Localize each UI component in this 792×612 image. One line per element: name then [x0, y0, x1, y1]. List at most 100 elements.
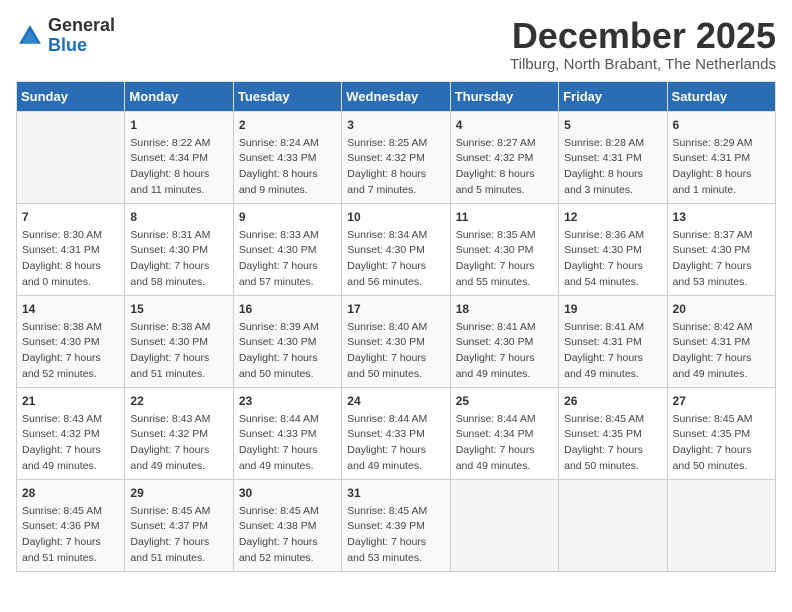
calendar-cell: 15 Sunrise: 8:38 AMSunset: 4:30 PMDayligh… — [125, 295, 233, 387]
calendar-cell: 8 Sunrise: 8:31 AMSunset: 4:30 PMDaylight… — [125, 203, 233, 295]
calendar-cell: 2 Sunrise: 8:24 AMSunset: 4:33 PMDaylight… — [233, 111, 341, 203]
day-number: 30 — [239, 484, 336, 502]
calendar-cell: 13 Sunrise: 8:37 AMSunset: 4:30 PMDayligh… — [667, 203, 775, 295]
day-info: Sunrise: 8:36 AMSunset: 4:30 PMDaylight:… — [564, 228, 661, 291]
calendar-cell — [667, 479, 775, 571]
day-number: 6 — [673, 116, 770, 134]
day-info: Sunrise: 8:41 AMSunset: 4:31 PMDaylight:… — [564, 320, 661, 383]
weekday-header-sunday: Sunday — [17, 81, 125, 111]
calendar-cell — [450, 479, 558, 571]
calendar-cell: 16 Sunrise: 8:39 AMSunset: 4:30 PMDayligh… — [233, 295, 341, 387]
day-number: 21 — [22, 392, 119, 410]
calendar-cell: 4Sunrise: 8:27 AMSunset: 4:32 PMDaylight… — [450, 111, 558, 203]
calendar-cell: 31 Sunrise: 8:45 AMSunset: 4:39 PMDayligh… — [342, 479, 450, 571]
day-info: Sunrise: 8:24 AMSunset: 4:33 PMDaylight:… — [239, 136, 336, 199]
location: Tilburg, North Brabant, The Netherlands — [510, 56, 776, 73]
day-info: Sunrise: 8:33 AMSunset: 4:30 PMDaylight:… — [239, 228, 336, 291]
calendar-cell: 10Sunrise: 8:34 AMSunset: 4:30 PMDayligh… — [342, 203, 450, 295]
calendar-cell: 23 Sunrise: 8:44 AMSunset: 4:33 PMDayligh… — [233, 387, 341, 479]
day-info: Sunrise: 8:28 AMSunset: 4:31 PMDaylight:… — [564, 136, 661, 199]
day-info: Sunrise: 8:27 AMSunset: 4:32 PMDaylight:… — [456, 136, 553, 199]
calendar-week-2: 7Sunrise: 8:30 AMSunset: 4:31 PMDaylight… — [17, 203, 776, 295]
calendar-cell: 29 Sunrise: 8:45 AMSunset: 4:37 PMDayligh… — [125, 479, 233, 571]
calendar-cell: 20 Sunrise: 8:42 AMSunset: 4:31 PMDayligh… — [667, 295, 775, 387]
calendar-cell: 26Sunrise: 8:45 AMSunset: 4:35 PMDayligh… — [559, 387, 667, 479]
calendar-cell: 5 Sunrise: 8:28 AMSunset: 4:31 PMDaylight… — [559, 111, 667, 203]
day-info: Sunrise: 8:34 AMSunset: 4:30 PMDaylight:… — [347, 228, 444, 291]
calendar-cell: 25Sunrise: 8:44 AMSunset: 4:34 PMDayligh… — [450, 387, 558, 479]
day-info: Sunrise: 8:43 AMSunset: 4:32 PMDaylight:… — [130, 412, 227, 475]
day-number: 27 — [673, 392, 770, 410]
day-info: Sunrise: 8:45 AMSunset: 4:38 PMDaylight:… — [239, 504, 336, 567]
day-number: 24 — [347, 392, 444, 410]
day-number: 20 — [673, 300, 770, 318]
title-block: December 2025 Tilburg, North Brabant, Th… — [510, 16, 776, 73]
day-info: Sunrise: 8:44 AMSunset: 4:33 PMDaylight:… — [239, 412, 336, 475]
calendar-week-4: 21 Sunrise: 8:43 AMSunset: 4:32 PMDayligh… — [17, 387, 776, 479]
logo: General Blue — [16, 16, 115, 56]
day-info: Sunrise: 8:38 AMSunset: 4:30 PMDaylight:… — [130, 320, 227, 383]
calendar-table: SundayMondayTuesdayWednesdayThursdayFrid… — [16, 81, 776, 572]
day-info: Sunrise: 8:39 AMSunset: 4:30 PMDaylight:… — [239, 320, 336, 383]
calendar-week-3: 14 Sunrise: 8:38 AMSunset: 4:30 PMDayligh… — [17, 295, 776, 387]
day-number: 5 — [564, 116, 661, 134]
weekday-header-saturday: Saturday — [667, 81, 775, 111]
calendar-cell: 17 Sunrise: 8:40 AMSunset: 4:30 PMDayligh… — [342, 295, 450, 387]
calendar-cell: 21Sunrise: 8:43 AMSunset: 4:32 PMDayligh… — [17, 387, 125, 479]
day-number: 12 — [564, 208, 661, 226]
day-number: 17 — [347, 300, 444, 318]
calendar-cell: 9 Sunrise: 8:33 AMSunset: 4:30 PMDaylight… — [233, 203, 341, 295]
day-info: Sunrise: 8:40 AMSunset: 4:30 PMDaylight:… — [347, 320, 444, 383]
month-title: December 2025 — [510, 16, 776, 56]
day-number: 29 — [130, 484, 227, 502]
day-number: 22 — [130, 392, 227, 410]
day-info: Sunrise: 8:31 AMSunset: 4:30 PMDaylight:… — [130, 228, 227, 291]
day-info: Sunrise: 8:35 AMSunset: 4:30 PMDaylight:… — [456, 228, 553, 291]
day-number: 28 — [22, 484, 119, 502]
calendar-cell: 7Sunrise: 8:30 AMSunset: 4:31 PMDaylight… — [17, 203, 125, 295]
day-info: Sunrise: 8:38 AMSunset: 4:30 PMDaylight:… — [22, 320, 119, 383]
day-info: Sunrise: 8:22 AMSunset: 4:34 PMDaylight:… — [130, 136, 227, 199]
day-number: 31 — [347, 484, 444, 502]
calendar-cell: 30 Sunrise: 8:45 AMSunset: 4:38 PMDayligh… — [233, 479, 341, 571]
calendar-cell: 6 Sunrise: 8:29 AMSunset: 4:31 PMDaylight… — [667, 111, 775, 203]
day-number: 9 — [239, 208, 336, 226]
day-number: 8 — [130, 208, 227, 226]
day-number: 2 — [239, 116, 336, 134]
day-info: Sunrise: 8:29 AMSunset: 4:31 PMDaylight:… — [673, 136, 770, 199]
calendar-cell: 24 Sunrise: 8:44 AMSunset: 4:33 PMDayligh… — [342, 387, 450, 479]
day-info: Sunrise: 8:45 AMSunset: 4:37 PMDaylight:… — [130, 504, 227, 567]
day-number: 7 — [22, 208, 119, 226]
calendar-cell: 14 Sunrise: 8:38 AMSunset: 4:30 PMDayligh… — [17, 295, 125, 387]
calendar-cell: 1 Sunrise: 8:22 AMSunset: 4:34 PMDaylight… — [125, 111, 233, 203]
day-info: Sunrise: 8:25 AMSunset: 4:32 PMDaylight:… — [347, 136, 444, 199]
calendar-cell — [559, 479, 667, 571]
weekday-header-wednesday: Wednesday — [342, 81, 450, 111]
weekday-header-thursday: Thursday — [450, 81, 558, 111]
day-number: 15 — [130, 300, 227, 318]
day-info: Sunrise: 8:45 AMSunset: 4:35 PMDaylight:… — [673, 412, 770, 475]
day-number: 1 — [130, 116, 227, 134]
calendar-week-5: 28Sunrise: 8:45 AMSunset: 4:36 PMDayligh… — [17, 479, 776, 571]
calendar-header: SundayMondayTuesdayWednesdayThursdayFrid… — [17, 81, 776, 111]
day-number: 11 — [456, 208, 553, 226]
weekday-header-monday: Monday — [125, 81, 233, 111]
day-number: 3 — [347, 116, 444, 134]
logo-text: General Blue — [48, 16, 115, 56]
weekday-header-tuesday: Tuesday — [233, 81, 341, 111]
day-info: Sunrise: 8:45 AMSunset: 4:39 PMDaylight:… — [347, 504, 444, 567]
day-info: Sunrise: 8:42 AMSunset: 4:31 PMDaylight:… — [673, 320, 770, 383]
page-header: General Blue December 2025 Tilburg, Nort… — [16, 16, 776, 73]
day-info: Sunrise: 8:44 AMSunset: 4:33 PMDaylight:… — [347, 412, 444, 475]
day-info: Sunrise: 8:37 AMSunset: 4:30 PMDaylight:… — [673, 228, 770, 291]
day-number: 26 — [564, 392, 661, 410]
day-number: 13 — [673, 208, 770, 226]
day-number: 23 — [239, 392, 336, 410]
day-number: 16 — [239, 300, 336, 318]
weekday-header-friday: Friday — [559, 81, 667, 111]
calendar-cell: 18Sunrise: 8:41 AMSunset: 4:30 PMDayligh… — [450, 295, 558, 387]
day-number: 14 — [22, 300, 119, 318]
calendar-cell: 3 Sunrise: 8:25 AMSunset: 4:32 PMDaylight… — [342, 111, 450, 203]
calendar-cell: 11 Sunrise: 8:35 AMSunset: 4:30 PMDayligh… — [450, 203, 558, 295]
calendar-cell: 28Sunrise: 8:45 AMSunset: 4:36 PMDayligh… — [17, 479, 125, 571]
